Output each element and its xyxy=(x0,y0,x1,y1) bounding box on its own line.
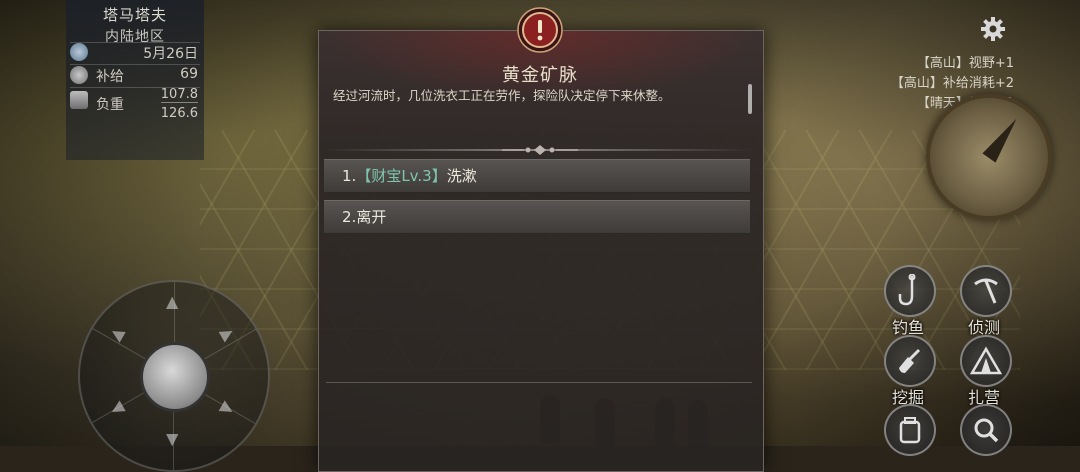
event-option-2[interactable]: 2.离开 xyxy=(324,200,750,234)
option-requirement-tag: 【财宝Lv.3】 xyxy=(356,167,447,185)
event-title: 黄金矿脉 xyxy=(502,65,578,86)
description-scrollbar[interactable] xyxy=(748,84,752,114)
supply-icon xyxy=(70,66,88,84)
buff-item: 【高山】补给消耗+2 xyxy=(890,76,1014,91)
dialog-footer-divider xyxy=(326,382,752,383)
pickaxe-icon xyxy=(974,278,998,304)
compass-decoration xyxy=(926,94,1052,220)
magnifier-icon xyxy=(974,418,999,443)
weight-current: 107.8 xyxy=(160,87,198,103)
weight-icon xyxy=(70,91,88,109)
camp-button[interactable] xyxy=(960,335,1012,387)
arrow-down-icon: ▲ xyxy=(166,432,179,451)
date-row: 5月26日 xyxy=(70,42,198,64)
arrow-upleft-icon: ▲ xyxy=(104,323,128,344)
movement-joystick[interactable]: ▲ ▲ ▲ ▲ ▲ ▲ xyxy=(78,280,270,472)
weight-row: 负重 107.8 126.6 xyxy=(70,87,198,121)
date-value: 5月26日 xyxy=(143,46,198,62)
option-number: 2. xyxy=(342,208,357,226)
option-text: 洗漱 xyxy=(446,167,477,185)
weight-max: 126.6 xyxy=(160,106,198,121)
backpack-icon xyxy=(899,417,921,444)
globe-icon xyxy=(70,43,88,61)
tent-icon xyxy=(970,346,1002,375)
gear-icon[interactable] xyxy=(980,16,1006,42)
event-description: 经过河流时，几位洗衣工正在劳作，探险队决定停下来休整。 xyxy=(333,88,671,103)
supply-label: 补给 xyxy=(96,69,124,85)
shovel-icon xyxy=(899,348,921,373)
supply-value: 69 xyxy=(180,66,198,82)
location-info-panel: 塔马塔夫 内陆地区 5月26日 补给 69 负重 107.8 126.6 xyxy=(66,0,204,160)
location-name: 塔马塔夫 xyxy=(102,6,167,24)
fishhook-icon xyxy=(898,274,916,306)
event-option-1[interactable]: 1.【财宝Lv.3】洗漱 xyxy=(324,159,750,193)
dig-button[interactable] xyxy=(884,335,936,387)
exclamation-icon xyxy=(517,7,563,53)
option-number: 1. xyxy=(342,167,357,185)
fish-button[interactable] xyxy=(884,265,936,317)
arrow-up-icon: ▲ xyxy=(166,292,179,311)
search-button[interactable] xyxy=(960,404,1012,456)
option-text: 离开 xyxy=(356,208,387,226)
inventory-button[interactable] xyxy=(884,404,936,456)
joystick-knob[interactable] xyxy=(140,342,210,412)
buff-item: 【高山】视野+1 xyxy=(916,56,1014,71)
scout-button[interactable] xyxy=(960,265,1012,317)
divider-ornament-icon xyxy=(502,145,578,155)
arrow-downright-icon: ▲ xyxy=(216,399,240,420)
supply-row: 补给 69 xyxy=(70,65,198,87)
weight-label: 负重 xyxy=(96,97,124,113)
